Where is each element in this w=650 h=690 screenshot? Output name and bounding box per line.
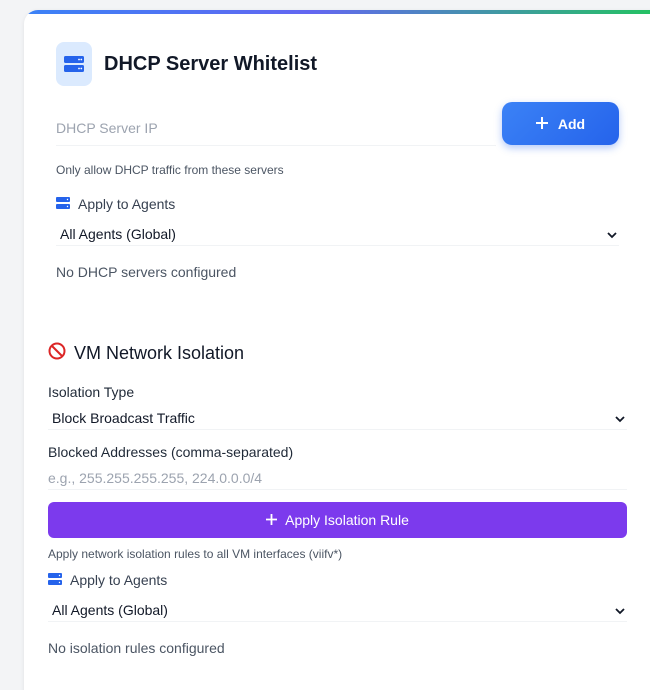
isolation-type-select[interactable]: Block Broadcast Traffic — [48, 406, 627, 430]
plus-icon — [266, 512, 278, 528]
isolation-agents-select[interactable]: All Agents (Global) — [48, 598, 627, 622]
apply-to-agents-label: Apply to Agents — [78, 196, 176, 212]
isolation-apply-to-agents: Apply to Agents — [48, 572, 167, 588]
isolation-type-selected: Block Broadcast Traffic — [52, 409, 195, 426]
security-card: DHCP Server Whitelist Add Only allow DHC… — [24, 10, 650, 690]
dhcp-agents-selected: All Agents (Global) — [60, 225, 176, 242]
apply-isolation-rule-label: Apply Isolation Rule — [285, 512, 409, 528]
dhcp-server-ip-input[interactable] — [56, 110, 496, 146]
isolation-agents-selected: All Agents (Global) — [52, 601, 168, 618]
server-icon — [48, 572, 62, 588]
plus-icon — [535, 116, 548, 132]
dhcp-whitelist-title: DHCP Server Whitelist — [104, 53, 318, 75]
isolation-hint: Apply network isolation rules to all VM … — [48, 547, 343, 561]
add-dhcp-server-button[interactable]: Add — [502, 102, 619, 145]
vm-isolation-title-text: VM Network Isolation — [74, 343, 245, 363]
dhcp-empty-state: No DHCP servers configured — [56, 264, 237, 280]
prohibited-icon — [48, 342, 66, 365]
blocked-addresses-input[interactable] — [48, 466, 627, 490]
chevron-down-icon — [615, 602, 625, 618]
apply-to-agents-label: Apply to Agents — [70, 572, 168, 588]
isolation-empty-state: No isolation rules configured — [48, 640, 225, 656]
dhcp-agents-select[interactable]: All Agents (Global) — [56, 222, 619, 246]
card-accent-bar — [24, 10, 650, 14]
apply-isolation-rule-button[interactable]: Apply Isolation Rule — [48, 502, 627, 538]
add-button-label: Add — [557, 115, 586, 132]
dhcp-apply-to-agents: Apply to Agents — [56, 196, 175, 212]
isolation-type-label: Isolation Type — [48, 384, 135, 400]
chevron-down-icon — [615, 410, 625, 426]
dhcp-hint: Only allow DHCP traffic from these serve… — [56, 163, 284, 177]
blocked-addresses-label: Blocked Addresses (comma-separated) — [48, 444, 294, 460]
server-icon — [56, 42, 92, 86]
chevron-down-icon — [607, 226, 617, 242]
vm-isolation-title: VM Network Isolation — [48, 342, 244, 365]
server-icon — [56, 196, 70, 212]
